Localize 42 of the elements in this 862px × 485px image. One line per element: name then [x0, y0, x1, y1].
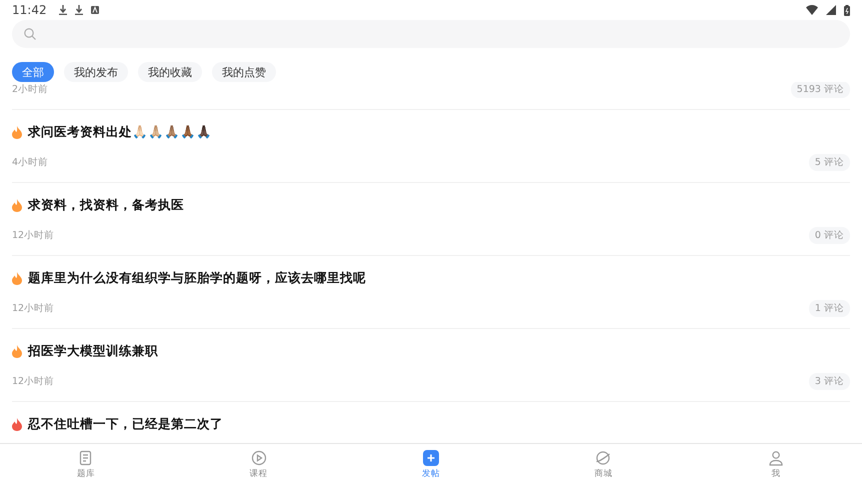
flame-icon — [12, 126, 22, 138]
flame-icon — [12, 198, 22, 212]
notification-icon — [90, 6, 99, 14]
comment-count: 1 评论 — [808, 300, 850, 316]
post-title[interactable]: 求问医考资料出处🙏🏻🙏🏼🙏🏽🙏🏾🙏🏿 — [28, 124, 212, 140]
nav-tab[interactable]: 我 — [690, 444, 862, 485]
comment-count: 3 评论 — [808, 372, 850, 390]
user-icon — [768, 450, 784, 466]
post-time: 2小时前 — [12, 83, 48, 96]
post-time: 12小时前 — [12, 302, 54, 314]
wifi-icon — [806, 5, 818, 15]
status-time: 11:42 — [12, 3, 47, 17]
filter-tab[interactable]: 全部 — [12, 62, 54, 82]
post-title[interactable]: 题库里为什么没有组织学与胚胎学的题呀，应该去哪里找呢 — [28, 270, 366, 286]
signal-icon — [826, 5, 836, 15]
filter-tab[interactable]: 我的发布 — [64, 62, 128, 82]
play-circle-icon — [250, 450, 267, 466]
post-title[interactable]: 招医学大模型训练兼职 — [28, 342, 158, 360]
download-icon — [74, 5, 83, 15]
battery-icon — [844, 4, 850, 16]
post-time: 12小时前 — [12, 374, 54, 388]
post-time: 4小时前 — [12, 156, 48, 168]
download-icon — [58, 5, 67, 15]
filter-tab[interactable]: 我的收藏 — [138, 62, 202, 82]
planet-icon — [595, 450, 612, 466]
flame-icon — [12, 344, 22, 358]
post-title[interactable]: 忍不住吐槽一下，已经是第二次了 — [28, 416, 223, 432]
nav-tab[interactable]: 题库 — [0, 444, 172, 485]
flame-icon — [12, 418, 22, 430]
comment-count: 5 评论 — [808, 154, 850, 170]
nav-tab[interactable]: 发帖 — [344, 444, 518, 485]
search-icon — [24, 28, 36, 40]
plus-icon — [423, 450, 440, 466]
post-title[interactable]: 求资料，找资料，备考执医 — [28, 196, 184, 214]
search-field[interactable] — [12, 20, 850, 48]
post-time: 12小时前 — [12, 228, 54, 242]
nav-tab[interactable]: 课程 — [172, 444, 345, 485]
comment-count: 0 评论 — [808, 226, 850, 244]
comment-count: 5193 评论 — [790, 82, 850, 98]
filter-tab[interactable]: 我的点赞 — [212, 62, 276, 82]
flame-icon — [12, 272, 22, 284]
nav-tab[interactable]: 商城 — [517, 444, 690, 485]
